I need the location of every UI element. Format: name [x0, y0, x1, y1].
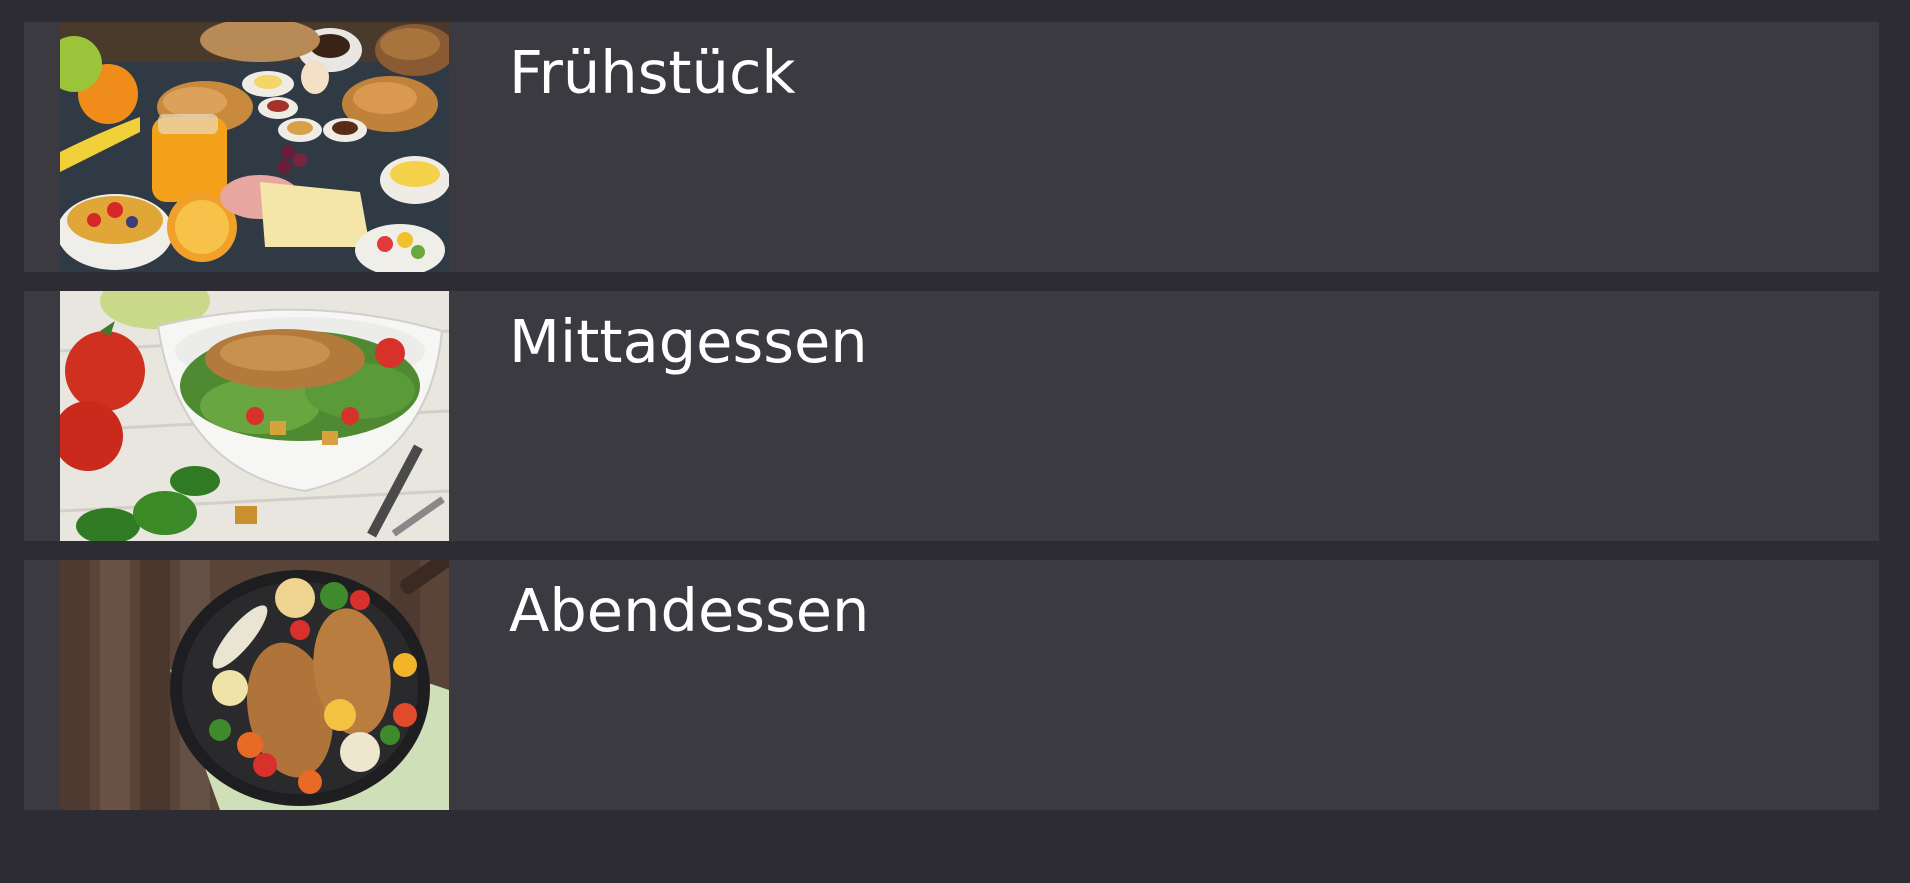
meal-list: Frühstück Mittagessen Abendessen [24, 22, 1879, 829]
meal-title-lunch: Mittagessen [509, 307, 868, 376]
meal-item-lunch[interactable]: Mittagessen [24, 291, 1879, 541]
dinner-image [60, 560, 449, 810]
lunch-image [60, 291, 449, 541]
meal-item-breakfast[interactable]: Frühstück [24, 22, 1879, 272]
meal-title-dinner: Abendessen [509, 576, 870, 645]
meal-title-breakfast: Frühstück [509, 38, 796, 107]
meal-item-dinner[interactable]: Abendessen [24, 560, 1879, 810]
breakfast-image [60, 22, 449, 272]
